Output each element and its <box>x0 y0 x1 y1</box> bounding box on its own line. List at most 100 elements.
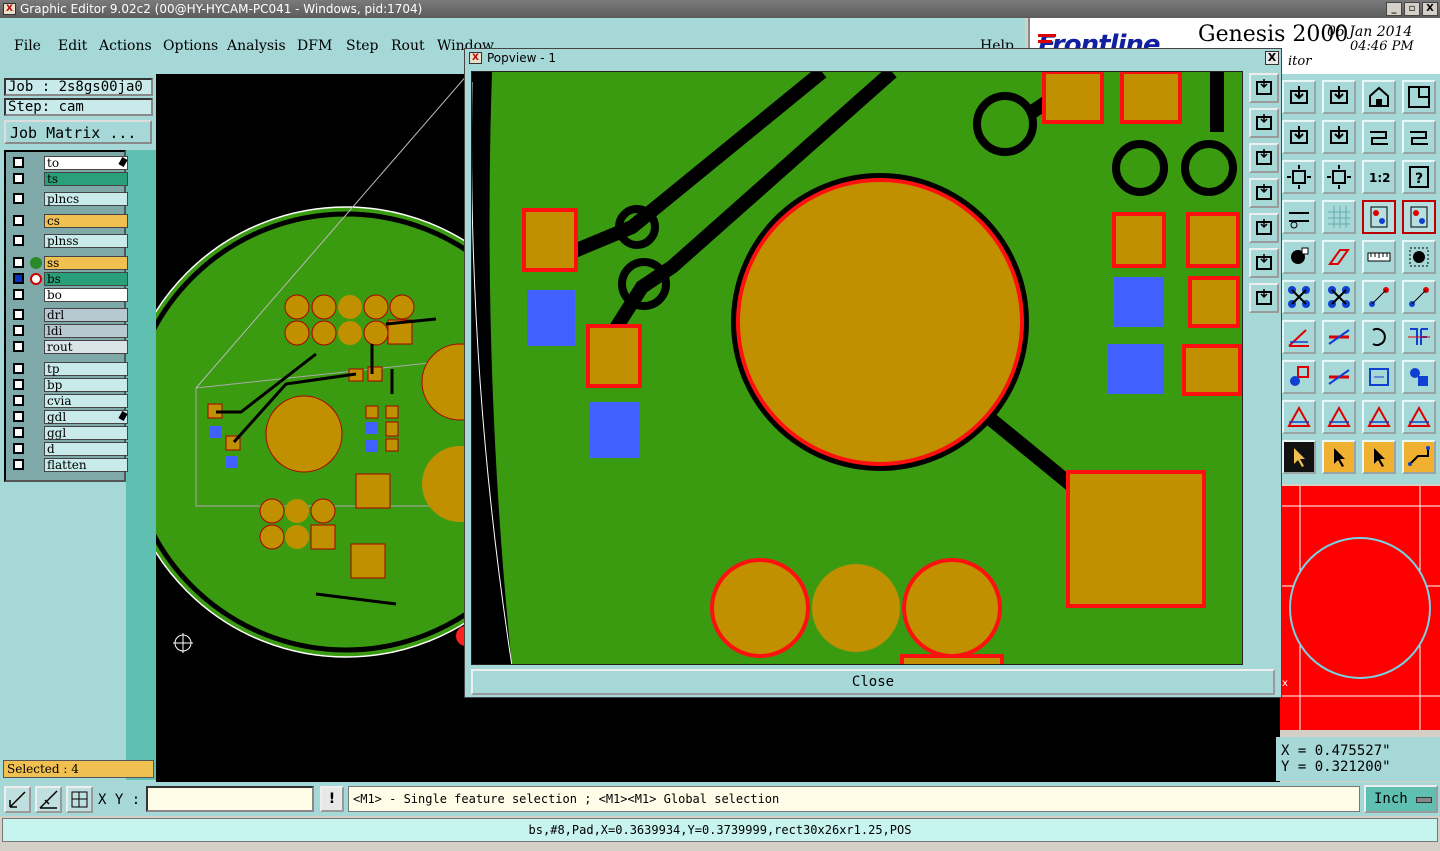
cursor-orange-icon[interactable] <box>1322 440 1356 474</box>
layer-checkbox[interactable] <box>13 459 24 470</box>
resize-icon[interactable] <box>1362 360 1396 394</box>
menu-rout[interactable]: Rout <box>391 38 425 54</box>
layer-row-drl[interactable]: drl <box>10 308 128 322</box>
maximize-button[interactable]: ▫ <box>1404 2 1420 16</box>
layer-checkbox[interactable] <box>13 193 24 204</box>
layer-checkbox[interactable] <box>13 341 24 352</box>
layer-name[interactable]: ldi <box>44 324 128 338</box>
layer-checkbox[interactable] <box>13 173 24 184</box>
layer-name[interactable]: ss <box>44 256 128 270</box>
layer-row-ldi[interactable]: ldi <box>10 324 128 338</box>
layer-row-bp[interactable]: bp <box>10 378 128 392</box>
split-view-icon[interactable] <box>1402 80 1436 114</box>
layers-off-icon[interactable] <box>1402 200 1436 234</box>
select-box-icon[interactable] <box>1402 240 1436 274</box>
xy-input[interactable] <box>146 786 314 812</box>
pv-fit-icon[interactable] <box>1249 248 1279 278</box>
grid-icon[interactable] <box>1322 200 1356 234</box>
pan-left-icon[interactable] <box>1282 120 1316 154</box>
minimap[interactable]: x <box>1280 486 1440 730</box>
menu-step[interactable]: Step <box>346 38 378 54</box>
job-matrix-button[interactable]: Job Matrix ... <box>4 120 152 144</box>
layer-name[interactable]: gdl <box>44 410 128 424</box>
layer-name[interactable]: d <box>44 442 128 456</box>
layer-checkbox[interactable] <box>13 157 24 168</box>
layer-row-plnss[interactable]: plnss <box>10 234 128 248</box>
layer-checkbox[interactable] <box>13 379 24 390</box>
zoom-window-icon[interactable] <box>1322 80 1356 114</box>
layer-row-flatten[interactable]: flatten <box>10 458 128 472</box>
layer-checkbox[interactable] <box>13 411 24 422</box>
layer-checkbox[interactable] <box>13 395 24 406</box>
menu-actions[interactable]: Actions <box>99 38 152 54</box>
layer-row-ggl[interactable]: ggl <box>10 426 128 440</box>
connect-icon[interactable] <box>1402 360 1436 394</box>
close-window-button[interactable]: X <box>1422 2 1438 16</box>
flip-icon[interactable] <box>1362 120 1396 154</box>
layer-row-cvia[interactable]: cvia <box>10 394 128 408</box>
measure-icon[interactable] <box>1282 200 1316 234</box>
triangle-icon[interactable] <box>1282 400 1316 434</box>
zoom-home-icon[interactable] <box>1282 80 1316 114</box>
unit-selector[interactable]: Inch <box>1364 785 1438 813</box>
layer-checkbox[interactable] <box>13 309 24 320</box>
ruler-icon[interactable] <box>1362 240 1396 274</box>
layer-checkbox[interactable] <box>13 289 24 300</box>
arrow-node-icon[interactable] <box>1362 280 1396 314</box>
menu-options[interactable]: Options <box>163 38 218 54</box>
layer-name[interactable]: ggl <box>44 426 128 440</box>
layer-row-gdl[interactable]: gdl <box>10 410 128 424</box>
menu-analysis[interactable]: Analysis <box>227 38 286 54</box>
layer-name[interactable]: bo <box>44 288 128 302</box>
layer-name[interactable]: bp <box>44 378 128 392</box>
layer-checkbox[interactable] <box>13 363 24 374</box>
layer-row-bs[interactable]: bs <box>10 272 128 286</box>
triangle4-icon[interactable] <box>1402 400 1436 434</box>
popview-close-icon[interactable]: X <box>1265 51 1279 65</box>
snap-icon[interactable] <box>1402 120 1436 154</box>
layer-row-ts[interactable]: ts <box>10 172 128 186</box>
layer-name[interactable]: to <box>44 156 128 170</box>
minimize-button[interactable]: _ <box>1386 2 1402 16</box>
layer-row-bo[interactable]: bo <box>10 288 128 302</box>
pv-move-right-icon[interactable] <box>1249 213 1279 243</box>
ratio-1-2-icon[interactable]: 1:2 <box>1362 160 1396 194</box>
popview-close-button[interactable]: Close <box>471 669 1275 695</box>
pv-move-left-icon[interactable] <box>1249 178 1279 208</box>
cursor2-icon[interactable] <box>1362 440 1396 474</box>
layer-name[interactable]: drl <box>44 308 128 322</box>
angle-icon[interactable] <box>1282 320 1316 354</box>
line-icon[interactable] <box>1322 320 1356 354</box>
zoom-in-icon[interactable] <box>4 786 31 813</box>
layer-row-plncs[interactable]: plncs <box>10 192 128 206</box>
layer-row-ss[interactable]: ss <box>10 256 128 270</box>
rotate-icon[interactable] <box>1362 320 1396 354</box>
layer-row-rout[interactable]: rout <box>10 340 128 354</box>
layer-name[interactable]: tp <box>44 362 128 376</box>
layer-row-cs[interactable]: cs <box>10 214 128 228</box>
layer-checkbox[interactable] <box>13 273 24 284</box>
popview-canvas[interactable] <box>471 71 1243 665</box>
layer-row-tp[interactable]: tp <box>10 362 128 376</box>
mirror-icon[interactable] <box>1402 320 1436 354</box>
help-icon[interactable]: ? <box>1402 160 1436 194</box>
pv-move-down-icon[interactable] <box>1249 143 1279 173</box>
menu-edit[interactable]: Edit <box>58 38 87 54</box>
layer-name[interactable]: bs <box>44 272 128 286</box>
measure-angle-icon[interactable] <box>35 786 62 813</box>
cursor-icon[interactable] <box>1282 440 1316 474</box>
layers-on-icon[interactable] <box>1362 200 1396 234</box>
layer-checkbox[interactable] <box>13 443 24 454</box>
layer-name[interactable]: plncs <box>44 192 128 206</box>
layer-checkbox[interactable] <box>13 325 24 336</box>
layer-checkbox[interactable] <box>13 257 24 268</box>
layer-name[interactable]: ts <box>44 172 128 186</box>
layer-name[interactable]: cs <box>44 214 128 228</box>
node-icon[interactable] <box>1282 280 1316 314</box>
pad-icon[interactable] <box>1282 360 1316 394</box>
layer-row-d[interactable]: d <box>10 442 128 456</box>
pv-move-up-icon[interactable] <box>1249 108 1279 138</box>
pv-zoom-icon[interactable] <box>1249 73 1279 103</box>
grid-snap-icon[interactable] <box>66 786 93 813</box>
cross-icon[interactable] <box>1322 280 1356 314</box>
